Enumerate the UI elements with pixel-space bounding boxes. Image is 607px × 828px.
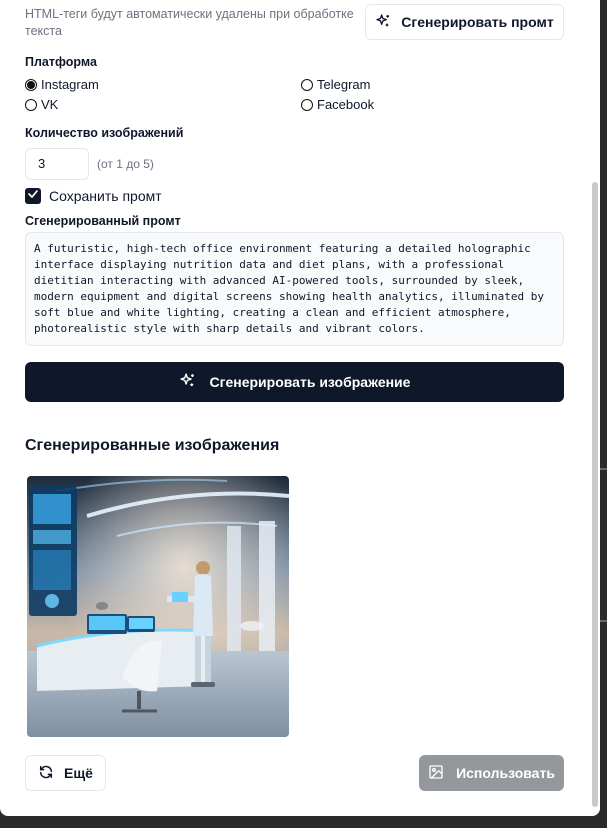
generated-image-thumbnail[interactable]	[27, 476, 289, 737]
more-label: Ещё	[64, 765, 93, 781]
platform-option-vk[interactable]: VK	[25, 97, 58, 112]
check-icon	[27, 187, 39, 205]
image-count-label: Количество изображений	[25, 126, 184, 140]
background-fragment	[599, 620, 607, 622]
radio-instagram[interactable]	[25, 78, 37, 91]
scrollbar-thumb[interactable]	[592, 182, 598, 807]
radio-telegram[interactable]	[301, 78, 313, 91]
scrollbar[interactable]	[590, 0, 600, 816]
platform-option-label: Telegram	[317, 77, 371, 92]
more-button[interactable]: Ещё	[25, 755, 106, 791]
sparkles-icon	[179, 372, 196, 392]
image-icon	[428, 764, 444, 783]
platform-option-label: VK	[41, 97, 59, 112]
generated-prompt-label: Сгенерированный промт	[25, 214, 181, 228]
background-fragment	[599, 468, 607, 470]
platform-option-label: Facebook	[317, 97, 375, 112]
generate-prompt-label: Сгенерировать промт	[401, 14, 554, 30]
generate-image-label: Сгенерировать изображение	[209, 374, 411, 390]
radio-facebook[interactable]	[301, 98, 313, 111]
refresh-icon	[38, 764, 54, 783]
platform-option-facebook[interactable]: Facebook	[301, 97, 374, 112]
image-count-range-hint: (от 1 до 5)	[97, 157, 154, 171]
generated-prompt-textarea[interactable]: A futuristic, high-tech office environme…	[25, 232, 564, 346]
generate-image-dialog: HTML-теги будут автоматически удалены пр…	[0, 0, 600, 816]
sparkles-icon	[375, 13, 391, 32]
radio-vk[interactable]	[25, 98, 37, 111]
image-count-input[interactable]: 3	[25, 148, 89, 180]
save-prompt-checkbox[interactable]	[25, 188, 41, 204]
platform-label: Платформа	[25, 55, 97, 69]
use-label: Использовать	[456, 765, 555, 781]
use-image-button[interactable]: Использовать	[419, 755, 564, 791]
generated-images-title: Сгенерированные изображения	[25, 437, 280, 454]
html-hint-text: HTML-теги будут автоматически удалены пр…	[25, 7, 354, 38]
generate-prompt-button[interactable]: Сгенерировать промт	[365, 4, 564, 40]
save-prompt-label: Сохранить промт	[49, 188, 162, 204]
platform-option-label: Instagram	[41, 77, 99, 92]
platform-option-instagram[interactable]: Instagram	[25, 77, 99, 92]
office-illustration	[27, 476, 289, 737]
generate-image-button[interactable]: Сгенерировать изображение	[25, 362, 564, 402]
platform-option-telegram[interactable]: Telegram	[301, 77, 370, 92]
